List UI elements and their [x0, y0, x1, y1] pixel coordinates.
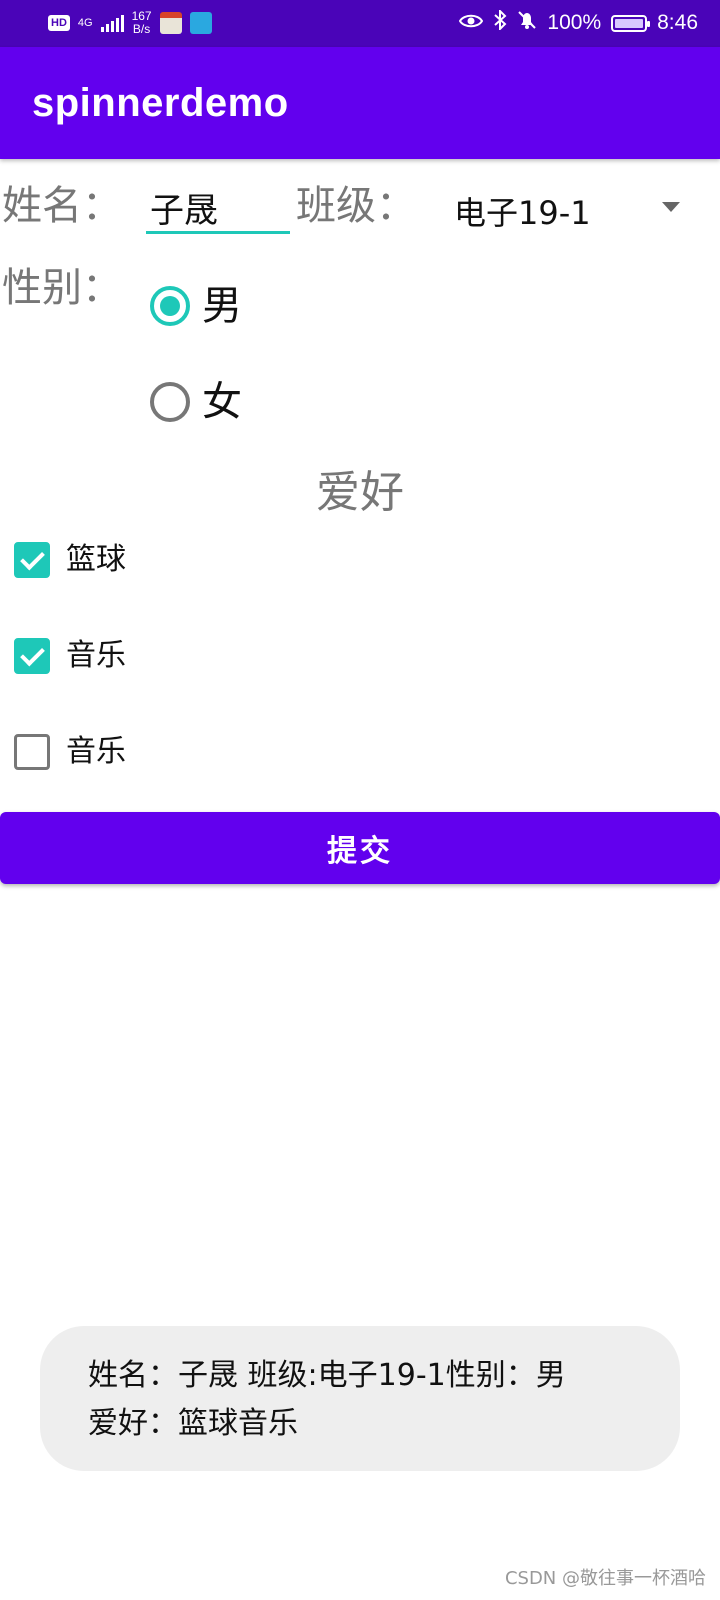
radio-female[interactable] [150, 382, 190, 422]
checkbox-music[interactable] [14, 638, 50, 674]
toast-message: 姓名：子晟 班级:电子19-1性别：男 爱好：篮球音乐 [40, 1326, 680, 1471]
status-bar-left: HD 4G 167 B/s [48, 10, 212, 36]
class-spinner-value: 电子19-1 [454, 194, 591, 232]
class-label: 班级： [296, 183, 416, 229]
bluetooth-icon [493, 8, 507, 36]
checkbox-music-2[interactable] [14, 734, 50, 770]
network-speed-value: 167 [131, 9, 152, 23]
checkbox-music-label[interactable]: 音乐 [66, 636, 126, 676]
battery-percent: 100% [547, 11, 602, 34]
gender-label: 性别： [2, 265, 122, 311]
notification-app-icon [189, 12, 212, 34]
radio-male[interactable] [150, 286, 190, 326]
signal-icon [100, 14, 124, 32]
app-bar: spinnerdemo [0, 47, 720, 159]
bell-off-icon [517, 10, 537, 36]
hd-icon: HD [48, 15, 70, 31]
toast-line-2: 爱好：篮球音乐 [88, 1406, 298, 1441]
toast-line-1: 姓名：子晟 班级:电子19-1性别：男 [88, 1358, 566, 1393]
submit-button[interactable]: 提交 [0, 812, 720, 884]
checkbox-music-2-label[interactable]: 音乐 [66, 732, 126, 772]
watermark: CSDN @敬往事一杯酒哈 [504, 1568, 706, 1589]
status-bar: HD 4G 167 B/s 100% 8:46 [0, 0, 720, 47]
eye-icon [459, 11, 484, 35]
name-input[interactable] [146, 184, 290, 234]
app-title: spinnerdemo [32, 81, 289, 125]
name-label: 姓名： [2, 183, 122, 229]
hobby-title: 爱好 [316, 467, 404, 518]
class-spinner[interactable]: 电子19-1 [446, 184, 686, 234]
radio-female-label[interactable]: 女 [202, 378, 242, 426]
network-speed-unit: B/s [132, 22, 151, 36]
checkbox-basketball-label[interactable]: 篮球 [66, 540, 126, 580]
dropdown-arrow-icon [662, 202, 680, 212]
battery-charging-icon [611, 14, 651, 32]
network-type: 4G [77, 16, 93, 29]
checkbox-basketball[interactable] [14, 542, 50, 578]
clock: 8:46 [657, 11, 698, 34]
radio-male-label[interactable]: 男 [202, 282, 242, 330]
status-bar-right: 100% 8:46 [459, 8, 698, 36]
network-speed: 167 B/s [132, 10, 152, 36]
notification-app-icon [159, 12, 182, 34]
